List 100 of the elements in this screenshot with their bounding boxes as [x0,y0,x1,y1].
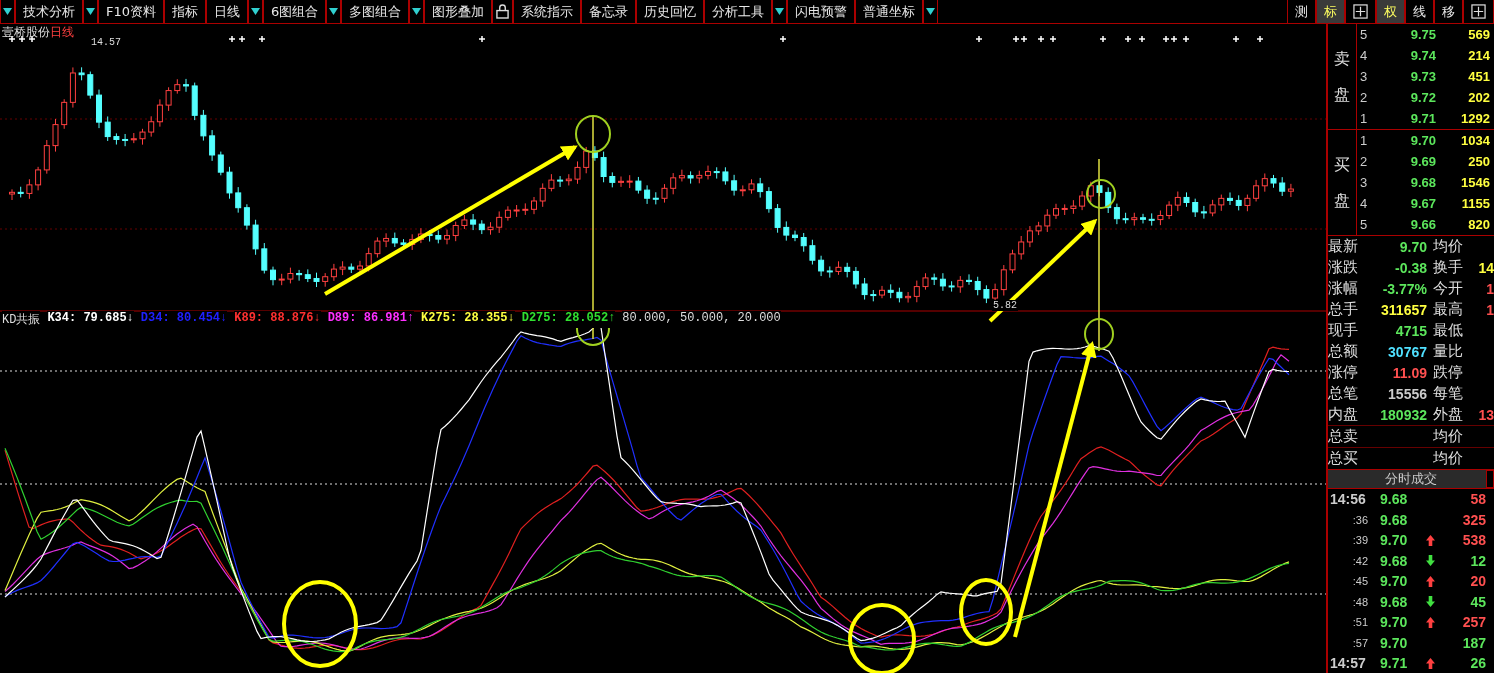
stat-label: 均价 [1432,237,1464,256]
toolbar-button[interactable]: F10资料 [98,0,165,23]
toolbar-button[interactable]: 标 [1316,0,1345,23]
panel-title: 分时成交 [1385,470,1437,488]
stat-label: 总笔 [1328,384,1359,403]
stat-label: 总卖 [1328,427,1359,446]
order-volume: 214 [1467,48,1491,63]
order-price: 9.66 [1409,217,1436,232]
stat-label: 总额 [1328,342,1359,361]
stock-name: 壹桥股份 [2,24,50,41]
tick-time: 14:56 [1329,491,1367,508]
tick-time: :48 [1351,595,1369,608]
stat-label: 现手 [1328,321,1359,340]
order-price: 9.69 [1409,154,1436,169]
tick-time: :36 [1351,513,1369,526]
caret-icon [251,7,261,16]
highlight-circle [1086,179,1116,209]
stat-label: 每笔 [1432,384,1464,403]
stat-label: 外盘 [1432,405,1464,424]
tick-time: :42 [1351,554,1369,567]
dropdown-button[interactable] [923,0,939,23]
tick-time: :57 [1351,636,1369,649]
order-price: 9.74 [1409,48,1436,63]
stat-label: 均价 [1432,427,1464,446]
tick-volume: 12 [1469,552,1487,569]
stat-label: 总手 [1328,300,1359,319]
toolbar-button[interactable]: 权 [1376,0,1405,23]
toolbar-button[interactable]: 线 [1405,0,1434,23]
toolbar-button[interactable]: 闪电预警 [787,0,856,23]
caret-icon [926,7,936,16]
stat-label: 跌停 [1432,363,1464,382]
toolbar-button[interactable]: 移 [1434,0,1463,23]
order-price: 9.75 [1409,27,1436,42]
stat-value: 14 [1477,259,1494,276]
stat-label: 内盘 [1328,405,1359,424]
dropdown-button[interactable] [83,0,98,23]
tick-price: 9.68 [1380,511,1409,528]
stat-value: 1 [1485,280,1494,297]
toolbar-button[interactable]: 系统指示 [513,0,582,23]
tick-volume: 187 [1461,634,1487,651]
tick-volume: 325 [1461,511,1487,528]
order-volume: 1034 [1460,133,1491,148]
dropdown-button[interactable] [772,0,788,23]
grid-icon [1471,4,1486,19]
grid-button[interactable] [1345,0,1376,23]
caret-icon [329,7,339,16]
grid-icon [1353,4,1368,19]
stat-value: -0.38 [1394,259,1427,276]
dropdown-button[interactable] [0,0,15,23]
grid-button[interactable] [1463,0,1494,23]
stat-value: 30767 [1387,343,1427,360]
order-volume: 250 [1467,154,1491,169]
tick-price: 9.68 [1380,593,1409,610]
stat-label: 涨停 [1328,363,1359,382]
tick-time: :45 [1351,575,1369,588]
tick-price: 9.68 [1380,491,1409,508]
stat-label: 换手 [1432,258,1464,277]
order-rank: 4 [1359,196,1369,211]
order-price: 9.68 [1409,175,1436,190]
stat-value: 1 [1485,301,1494,318]
dropdown-button[interactable] [409,0,425,23]
caret-icon [86,7,95,16]
tick-time: 14:57 [1329,655,1367,672]
stat-label: 今开 [1432,279,1464,298]
caret-icon [412,7,422,16]
toolbar-button[interactable]: 日线 [206,0,249,23]
toolbar-button[interactable]: 测 [1287,0,1316,23]
tick-price: 9.70 [1380,532,1409,549]
tick-price: 9.71 [1380,655,1409,672]
toolbar-button[interactable]: 图形叠加 [424,0,493,23]
dropdown-button[interactable] [326,0,342,23]
stat-label: 涨幅 [1328,279,1359,298]
side-label: 卖盘 [1334,48,1350,106]
toolbar-button[interactable]: 6图组合 [263,0,327,23]
toolbar-button[interactable]: 普通坐标 [855,0,924,23]
toolbar-button[interactable]: 技术分析 [15,0,83,23]
stat-label: 最高 [1432,300,1464,319]
stat-label: 最新 [1328,237,1359,256]
toolbar-button[interactable]: 分析工具 [704,0,773,23]
order-rank: 1 [1359,111,1369,126]
toolbar-button[interactable]: 多图组合 [341,0,410,23]
tick-volume: 20 [1469,573,1487,590]
tick-volume: 58 [1469,491,1487,508]
chart-period: 日线 [50,24,74,41]
next-button[interactable] [1486,470,1494,488]
lock-button[interactable] [492,0,514,23]
lock-icon [496,4,510,19]
toolbar-button[interactable]: 历史回忆 [636,0,705,23]
tick-price: 9.70 [1380,614,1409,631]
side-label: 买盘 [1334,154,1350,212]
order-price: 9.67 [1409,196,1436,211]
toolbar-button[interactable]: 指标 [164,0,207,23]
order-volume: 1546 [1460,175,1491,190]
tick-volume: 538 [1461,532,1487,549]
stat-value: 15556 [1387,385,1427,402]
toolbar-button[interactable]: 备忘录 [581,0,637,23]
order-volume: 820 [1467,217,1491,232]
indicator-value: D275: 28.052↑ [521,311,616,328]
order-rank: 3 [1359,175,1369,190]
dropdown-button[interactable] [248,0,264,23]
